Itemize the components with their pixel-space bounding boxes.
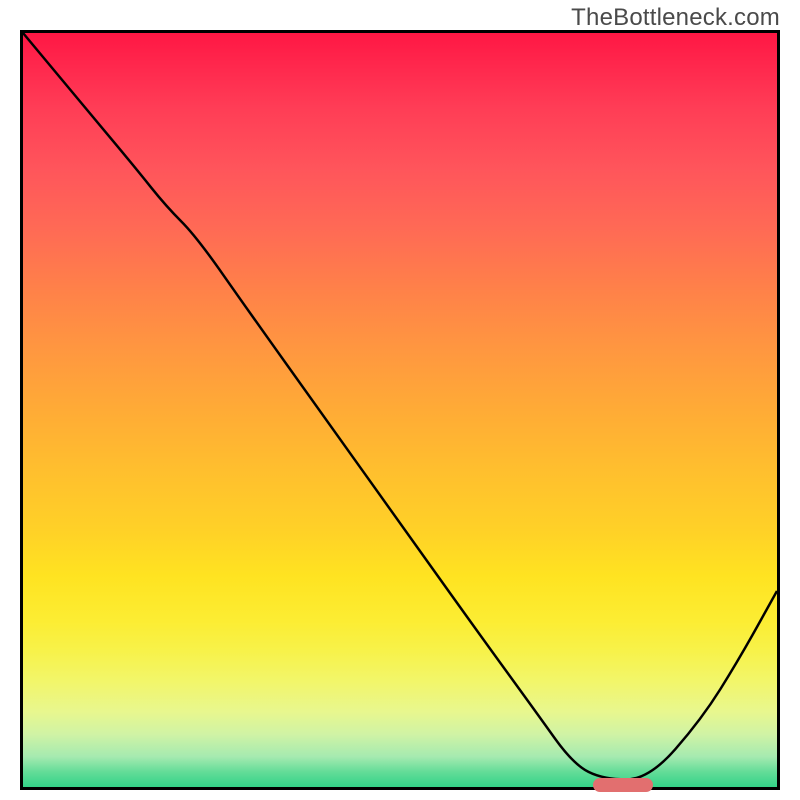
curve-layer xyxy=(23,33,777,787)
watermark-text: TheBottleneck.com xyxy=(571,4,780,32)
bottleneck-curve xyxy=(23,33,777,779)
chart-frame: TheBottleneck.com xyxy=(0,0,800,800)
optimal-marker xyxy=(593,778,653,792)
plot-area xyxy=(20,30,780,790)
